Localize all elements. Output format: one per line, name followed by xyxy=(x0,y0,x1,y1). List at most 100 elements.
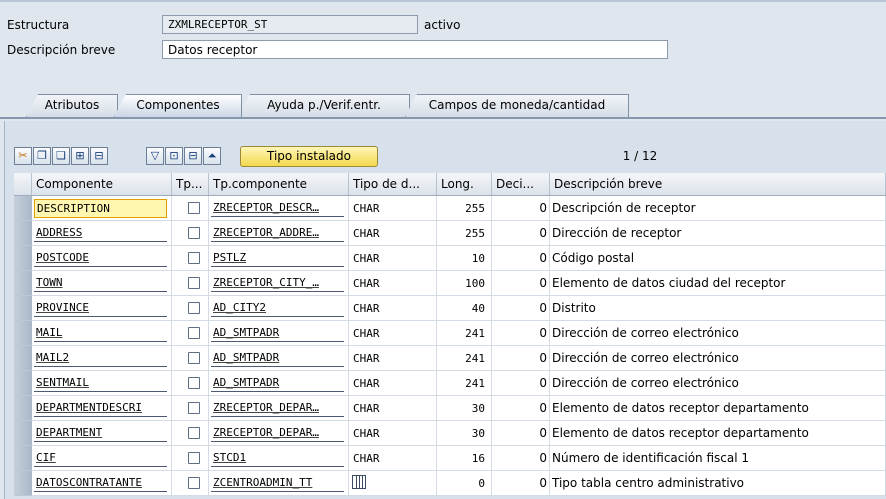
tp-checkbox[interactable] xyxy=(188,277,200,289)
descripcion-value: Elemento de datos receptor departamento xyxy=(552,426,809,440)
insert-row-icon[interactable]: ⊞ xyxy=(71,147,89,165)
dec-value: 0 xyxy=(539,326,547,340)
col-tp-componente[interactable]: Tp.componente xyxy=(209,173,349,195)
componente-input[interactable]: DESCRIPTION xyxy=(34,199,167,218)
row-selector[interactable] xyxy=(14,196,33,221)
tab-campos-moneda[interactable]: Campos de moneda/cantidad xyxy=(405,94,629,117)
componente-input[interactable]: MAIL xyxy=(34,324,167,342)
cell-tp xyxy=(172,246,209,271)
componente-input[interactable]: CIF xyxy=(34,449,167,467)
cell-componente: PROVINCE xyxy=(32,296,172,321)
cell-tp xyxy=(172,196,209,221)
tp-checkbox[interactable] xyxy=(188,352,200,364)
componente-input[interactable]: TOWN xyxy=(34,274,167,292)
tp-componente-input[interactable]: ZRECEPTOR_DEPAR… xyxy=(211,399,344,417)
tipo-instalado-button[interactable]: Tipo instalado xyxy=(240,146,378,167)
row-selector[interactable] xyxy=(14,371,33,396)
long-value: 241 xyxy=(465,352,485,365)
cell-tipo: CHAR xyxy=(349,271,437,296)
table-row: DESCRIPTION ZRECEPTOR_DESCR… CHAR 255 0 Descr… xyxy=(14,196,886,221)
structure-label: Estructura xyxy=(7,18,70,32)
componente-input[interactable]: DEPARTMENTDESCRI xyxy=(34,399,167,417)
tp-checkbox[interactable] xyxy=(188,377,200,389)
componente-input[interactable]: PROVINCE xyxy=(34,299,167,317)
componente-input[interactable]: SENTMAIL xyxy=(34,374,167,392)
descripcion-value: Tipo tabla centro administrativo xyxy=(552,476,745,490)
tp-componente-input[interactable]: AD_CITY2 xyxy=(211,299,344,317)
cell-tp-componente: ZRECEPTOR_ADDRE… xyxy=(209,221,349,246)
tp-checkbox[interactable] xyxy=(188,427,200,439)
componente-input[interactable]: DEPARTMENT xyxy=(34,424,167,442)
tab-atributos[interactable]: Atributos xyxy=(26,94,118,117)
description-field[interactable]: Datos receptor xyxy=(162,40,668,59)
componente-input[interactable]: MAIL2 xyxy=(34,349,167,367)
top-border xyxy=(0,0,886,2)
row-selector[interactable] xyxy=(14,246,33,271)
long-value: 40 xyxy=(471,302,485,315)
tp-checkbox[interactable] xyxy=(188,227,200,239)
paste-icon[interactable]: ❏ xyxy=(52,147,70,165)
col-decimales[interactable]: Deci... xyxy=(492,173,550,195)
delete-row-icon[interactable]: ⊟ xyxy=(90,147,108,165)
cell-componente: SENTMAIL xyxy=(32,371,172,396)
col-componente[interactable]: Componente xyxy=(32,173,172,195)
table-row: MAIL AD_SMTPADR CHAR 241 0 Dirección de corre… xyxy=(14,321,886,346)
col-long[interactable]: Long. xyxy=(437,173,492,195)
row-selector[interactable] xyxy=(14,296,33,321)
row-selector[interactable] xyxy=(14,346,33,371)
tp-componente-input[interactable]: AD_SMTPADR xyxy=(211,374,344,392)
tp-componente-input[interactable]: AD_SMTPADR xyxy=(211,324,344,342)
row-selector[interactable] xyxy=(14,221,33,246)
cell-tp-componente: ZRECEPTOR_DEPAR… xyxy=(209,421,349,446)
tp-checkbox[interactable] xyxy=(188,452,200,464)
tp-checkbox[interactable] xyxy=(188,302,200,314)
row-selector[interactable] xyxy=(14,446,33,471)
col-tipo-de-dato[interactable]: Tipo de d... xyxy=(349,173,437,195)
componente-input[interactable]: POSTCODE xyxy=(34,249,167,267)
tp-componente-input[interactable]: PSTLZ xyxy=(211,249,344,267)
componente-input[interactable]: DATOSCONTRATANTE xyxy=(34,474,167,492)
page-up-icon[interactable]: ⏶ xyxy=(203,147,221,165)
tp-checkbox[interactable] xyxy=(188,327,200,339)
tab-ayuda[interactable]: Ayuda p./Verif.entr. xyxy=(238,94,410,117)
filter-down-icon[interactable]: ▽ xyxy=(146,147,164,165)
col-tp[interactable]: Tp... xyxy=(172,173,209,195)
row-selector[interactable] xyxy=(14,321,33,346)
cell-tipo: CHAR xyxy=(349,221,437,246)
col-descripcion[interactable]: Descripción breve xyxy=(550,173,886,195)
tp-checkbox[interactable] xyxy=(188,202,200,214)
tp-componente-input[interactable]: ZRECEPTOR_DEPAR… xyxy=(211,424,344,442)
header-select-all[interactable] xyxy=(14,173,32,195)
row-selector[interactable] xyxy=(14,471,33,496)
scissors-icon[interactable]: ✂ xyxy=(14,147,32,165)
structure-field[interactable]: ZXMLRECEPTOR_ST xyxy=(162,15,418,34)
descripcion-value: Dirección de correo electrónico xyxy=(552,376,739,390)
tp-componente-input[interactable]: STCD1 xyxy=(211,449,344,467)
cell-tp xyxy=(172,296,209,321)
cell-long: 255 xyxy=(437,196,492,221)
cell-long: 40 xyxy=(437,296,492,321)
tp-checkbox[interactable] xyxy=(188,477,200,489)
dec-value: 0 xyxy=(539,276,547,290)
tp-componente-input[interactable]: ZRECEPTOR_ADDRE… xyxy=(211,224,344,242)
expand-icon[interactable]: ⊡ xyxy=(165,147,183,165)
componente-input[interactable]: ADDRESS xyxy=(34,224,167,242)
dec-value: 0 xyxy=(539,301,547,315)
tp-checkbox[interactable] xyxy=(188,402,200,414)
tp-componente-input[interactable]: ZRECEPTOR_DESCR… xyxy=(211,199,344,217)
row-selector[interactable] xyxy=(14,271,33,296)
copy-icon[interactable]: ❐ xyxy=(33,147,51,165)
tp-componente-input[interactable]: ZCENTROADMIN_TT xyxy=(211,474,344,492)
tp-checkbox[interactable] xyxy=(188,252,200,264)
tab-componentes[interactable]: Componentes xyxy=(114,94,242,117)
tp-componente-input[interactable]: ZRECEPTOR_CITY_… xyxy=(211,274,344,292)
row-selector[interactable] xyxy=(14,396,33,421)
table-row: CIF STCD1 CHAR 16 0 Número de identificación … xyxy=(14,446,886,471)
tp-componente-input[interactable]: AD_SMTPADR xyxy=(211,349,344,367)
collapse-icon[interactable]: ⊟ xyxy=(184,147,202,165)
cell-tipo: CHAR xyxy=(349,321,437,346)
table-row: SENTMAIL AD_SMTPADR CHAR 241 0 Dirección de c… xyxy=(14,371,886,396)
row-selector[interactable] xyxy=(14,421,33,446)
cell-componente: TOWN xyxy=(32,271,172,296)
cell-dec: 0 xyxy=(492,371,550,396)
